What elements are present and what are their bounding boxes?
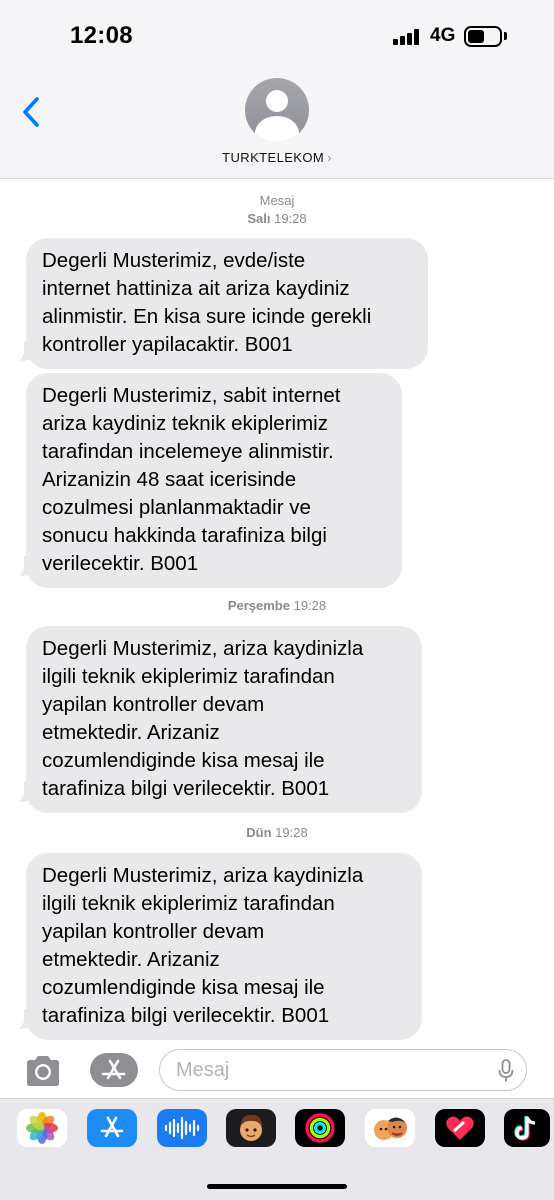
timestamp-time: 19:28 — [293, 598, 327, 613]
status-time: 12:08 — [70, 22, 133, 49]
memoji-icon[interactable] — [226, 1109, 276, 1147]
conversation-header: TURKTELEKOM › — [0, 74, 554, 179]
status-bar: 12:08 4G — [0, 0, 554, 74]
back-chevron-icon[interactable] — [20, 96, 42, 128]
contact-name-button[interactable]: TURKTELEKOM › — [0, 150, 554, 165]
network-type: 4G — [430, 25, 456, 46]
timestamp-day: Dün — [246, 825, 272, 840]
chevron-right-icon: › — [327, 150, 332, 165]
timestamp-day: Perşembe — [227, 598, 290, 613]
fitness-activity-icon[interactable] — [295, 1109, 345, 1147]
message-text: Degerli Musterimiz, sabit internet ariza… — [42, 384, 341, 575]
message-text: Degerli Musterimiz, ariza kaydinizla ilg… — [42, 637, 364, 800]
contact-name: TURKTELEKOM — [222, 150, 325, 165]
timestamp-time: 19:28 — [275, 825, 308, 840]
timestamp-header: Dün 19:28 — [0, 824, 554, 842]
person-icon — [266, 90, 288, 112]
camera-icon[interactable] — [23, 1053, 63, 1089]
message-bubble[interactable]: Degerli Musterimiz, sabit internet ariza… — [26, 373, 402, 588]
message-text: Degerli Musterimiz, ariza kaydinizla ilg… — [42, 864, 364, 1027]
battery-icon — [464, 26, 502, 47]
memoji-stickers-icon[interactable] — [365, 1109, 415, 1147]
timestamp-day: Salı — [247, 211, 271, 226]
app-store-icon — [101, 1059, 126, 1080]
app-store-button[interactable] — [90, 1053, 138, 1087]
home-indicator[interactable] — [207, 1184, 347, 1189]
message-bubble[interactable]: Degerli Musterimiz, ariza kaydinizla ilg… — [26, 853, 422, 1040]
timestamp-header: Perşembe 19:28 — [0, 597, 554, 615]
audio-message-icon[interactable] — [157, 1109, 207, 1147]
battery-cap — [504, 32, 507, 40]
message-text: Degerli Musterimiz, evde/iste internet h… — [42, 249, 372, 356]
message-input[interactable] — [176, 1058, 476, 1082]
contact-avatar[interactable] — [245, 78, 309, 142]
message-bubble[interactable]: Degerli Musterimiz, evde/iste internet h… — [26, 238, 428, 369]
message-field[interactable] — [159, 1049, 527, 1091]
photos-icon[interactable] — [17, 1109, 67, 1147]
timestamp-time: 19:28 — [274, 211, 307, 226]
service-label: Mesaj — [259, 193, 295, 208]
digital-touch-icon[interactable] — [435, 1109, 485, 1147]
cellular-signal-icon — [393, 29, 419, 45]
app-store-icon[interactable] — [87, 1109, 137, 1147]
timestamp-header: Mesaj Salı 19:28 — [0, 192, 554, 228]
microphone-icon[interactable] — [498, 1059, 514, 1083]
tiktok-icon[interactable] — [504, 1109, 550, 1147]
message-bubble[interactable]: Degerli Musterimiz, ariza kaydinizla ilg… — [26, 626, 422, 813]
